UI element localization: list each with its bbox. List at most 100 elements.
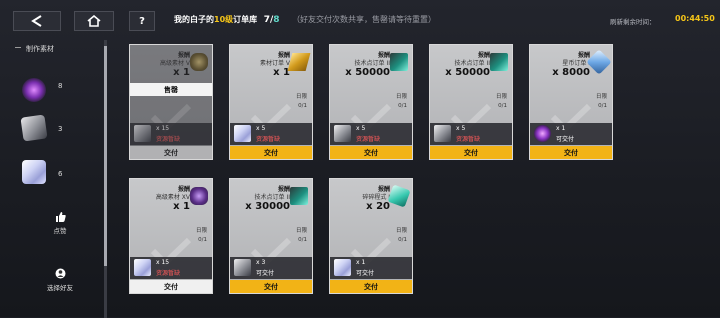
requirement-quantity: x 15 xyxy=(156,125,170,132)
select-friend-button[interactable]: 选择好友 xyxy=(40,268,80,292)
order-count: 7/8 xyxy=(264,15,280,25)
silver-card-icon xyxy=(434,125,451,142)
requirement-status: 资源暂缺 xyxy=(356,136,381,143)
requirement-quantity: x 3 xyxy=(256,259,266,266)
daily-limit-value: 0/1 xyxy=(498,103,507,109)
title-owner-name: 白子 xyxy=(190,15,206,24)
section-divider xyxy=(15,47,21,48)
deliver-button[interactable]: 交付 xyxy=(430,146,512,159)
requirement-status: 资源暂缺 xyxy=(156,270,181,277)
title-suffix: 订单库 xyxy=(233,15,258,24)
requirement-quantity: x 1 xyxy=(556,125,566,132)
daily-limit: 日限 0/1 xyxy=(196,227,207,245)
daily-limit: 日限 0/1 xyxy=(296,227,307,245)
friend-label: 选择好友 xyxy=(47,284,73,292)
teal-program-icon xyxy=(387,184,411,208)
title-level: 10级 xyxy=(214,15,234,24)
requirement-quantity: x 5 xyxy=(256,125,266,132)
reward-name: 素材订单 V xyxy=(259,60,290,67)
reward-name: 星币订单 I xyxy=(562,60,590,67)
home-button[interactable] xyxy=(74,11,114,31)
order-card[interactable]: 报酬 技术点订单 II x 30000 日限 0/1 x 3 可交付 交付 xyxy=(229,178,313,294)
daily-limit: 日限 0/1 xyxy=(296,93,307,111)
reward-quantity: x 50000 xyxy=(445,67,490,78)
order-card[interactable]: 报酬 素材订单 Vx 1 日限 0/1 x 5 资源暂缺 交付 xyxy=(229,44,313,160)
daily-limit-label: 日限 xyxy=(195,228,207,234)
daily-limit-value: 0/1 xyxy=(398,103,407,109)
reward-quantity: x 1 xyxy=(173,201,190,212)
help-button[interactable]: ? xyxy=(129,11,155,31)
like-label: 点赞 xyxy=(53,227,67,235)
star-coin-icon xyxy=(586,49,612,75)
order-card[interactable]: 报酬 碎碎程式 Ix 20 日限 0/1 x 1 可交付 交付 xyxy=(329,178,413,294)
requirement-row: x 3 可交付 xyxy=(230,257,312,279)
daily-limit-label: 日限 xyxy=(595,94,607,100)
purple-orb-icon xyxy=(534,125,551,142)
deliver-button[interactable]: 交付 xyxy=(230,146,312,159)
requirement-status: 资源暂缺 xyxy=(256,136,281,143)
scrollbar-thumb[interactable] xyxy=(104,46,107,266)
daily-limit-label: 日限 xyxy=(395,94,407,100)
requirement-quantity: x 5 xyxy=(456,125,466,132)
silver-card-icon xyxy=(334,125,351,142)
page-title: 我的白子的10级订单库 7/8 （好友交付次数共享，售罄请等待重置） xyxy=(174,14,436,25)
reward-quantity: x 30000 xyxy=(245,201,290,212)
reward-quantity: x 1 xyxy=(173,67,190,78)
refresh-timer: 00:44:50 xyxy=(675,14,715,23)
thumbs-up-icon xyxy=(55,212,66,222)
material-silver-card[interactable] xyxy=(20,114,48,142)
sidebar-scrollbar[interactable] xyxy=(104,40,107,318)
requirement-row: x 1 可交付 xyxy=(330,257,412,279)
ore-icon xyxy=(190,53,208,71)
requirement-quantity: x 15 xyxy=(156,259,170,266)
reward-name: 高级素材 XV xyxy=(155,194,190,201)
material-purple-orb[interactable] xyxy=(22,78,46,102)
daily-limit: 日限 0/1 xyxy=(396,93,407,111)
daily-limit: 日限 0/1 xyxy=(396,227,407,245)
daily-limit-value: 0/1 xyxy=(598,103,607,109)
reward-quantity: x 8000 xyxy=(552,67,590,78)
crystal-cube-icon xyxy=(334,259,351,276)
material-count: 8 xyxy=(58,82,63,90)
deliver-button[interactable]: 交付 xyxy=(130,280,212,293)
requirement-status: 资源暂缺 xyxy=(156,136,181,143)
exp-chip-icon xyxy=(490,53,508,71)
daily-limit-value: 0/1 xyxy=(398,237,407,243)
requirement-row: x 15 资源暂缺 xyxy=(130,123,212,145)
requirement-row: x 5 资源暂缺 xyxy=(430,123,512,145)
crystal-cube-icon xyxy=(134,259,151,276)
order-card[interactable]: 报酬 技术点订单 II x 50000 日限 0/1 x 5 资源暂缺 交付 xyxy=(329,44,413,160)
daily-limit-label: 日限 xyxy=(495,94,507,100)
material-count: 3 xyxy=(58,125,63,133)
reward-name: 碎碎程式 I xyxy=(362,194,390,201)
reward-name: 技术点订单 II xyxy=(454,60,490,67)
reward-name: 技术点订单 II xyxy=(354,60,390,67)
order-card[interactable]: 报酬 星币订单 Ix 8000 日限 0/1 x 1 可交付 交付 xyxy=(529,44,613,160)
requirement-row: x 15 资源暂缺 xyxy=(130,257,212,279)
requirement-status: 可交付 xyxy=(556,136,575,143)
requirement-quantity: x 1 xyxy=(356,259,366,266)
deliver-button[interactable]: 交付 xyxy=(330,146,412,159)
like-button[interactable]: 点赞 xyxy=(40,212,80,235)
refresh-label: 刷新剩余时间： xyxy=(610,18,656,26)
exp-chip-icon xyxy=(290,187,308,205)
deliver-button[interactable]: 交付 xyxy=(230,280,312,293)
deliver-button[interactable]: 交付 xyxy=(530,146,612,159)
order-count-total: 8 xyxy=(273,15,280,25)
order-card[interactable]: 报酬 高级素材 XV x 1 日限 0/1 x 15 资源暂缺 交付 xyxy=(129,178,213,294)
back-button[interactable] xyxy=(13,11,61,31)
materials-label: 制作素材 xyxy=(26,45,54,53)
reward-quantity: x 50000 xyxy=(345,67,390,78)
deliver-button[interactable]: 交付 xyxy=(330,280,412,293)
daily-limit: 日限 0/1 xyxy=(496,93,507,111)
requirement-row: x 5 资源暂缺 xyxy=(230,123,312,145)
order-card[interactable]: 报酬 高级素材 Vx 1x 15 资源暂缺 交付 售罄 xyxy=(129,44,213,160)
purple-ore-icon xyxy=(190,187,208,205)
reward-quantity: x 20 xyxy=(366,201,390,212)
share-note: （好友交付次数共享，售罄请等待重置） xyxy=(292,15,437,24)
daily-limit-value: 0/1 xyxy=(198,237,207,243)
material-crystal-cube[interactable] xyxy=(22,160,46,184)
deliver-button[interactable]: 交付 xyxy=(130,146,212,159)
order-card[interactable]: 报酬 技术点订单 II x 50000 日限 0/1 x 5 资源暂缺 交付 xyxy=(429,44,513,160)
friend-icon xyxy=(55,268,65,279)
